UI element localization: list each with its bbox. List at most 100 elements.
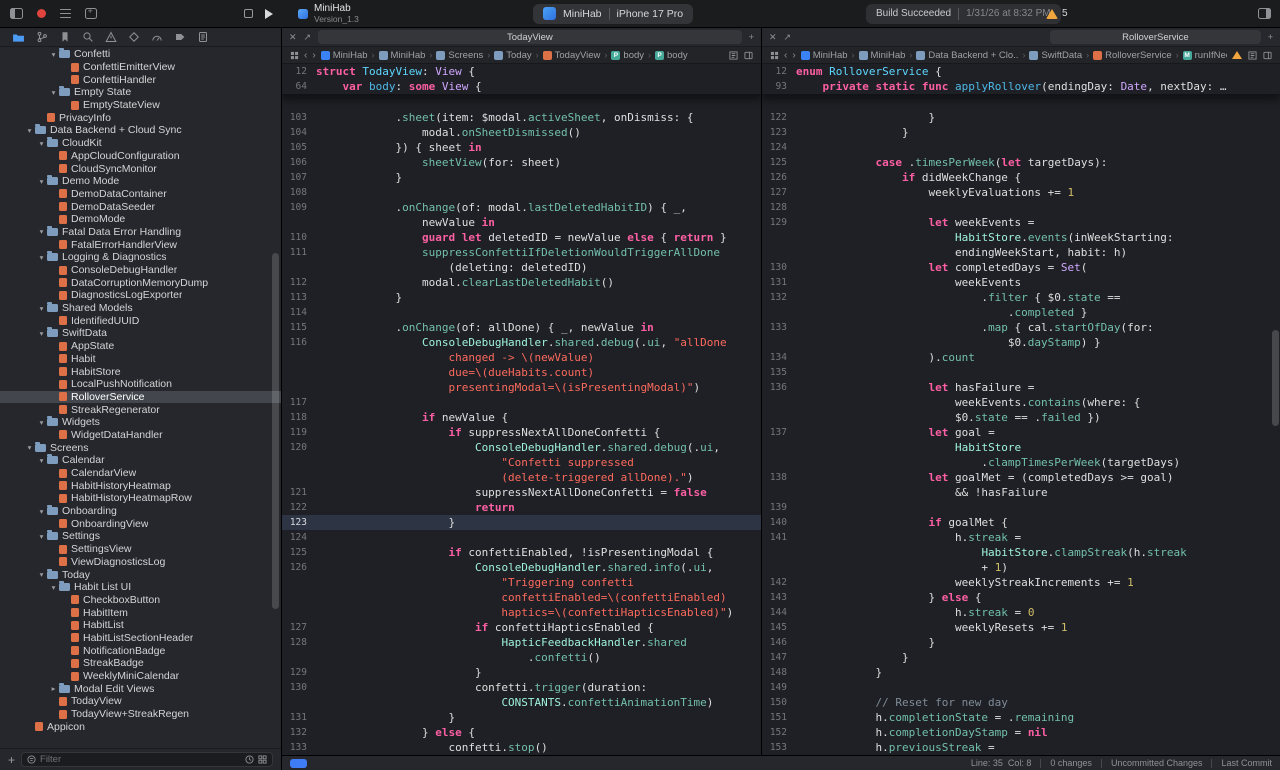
build-status[interactable]: Build Succeeded 1/31/26 at 8:32 PM [866,4,1061,24]
breadcrumb-item[interactable]: MiniHab [321,50,368,61]
line-number[interactable]: 132 [762,290,796,305]
tree-item-swiftdata[interactable]: ▾SwiftData [0,327,281,340]
line-number[interactable]: 127 [282,620,316,635]
line-number[interactable] [282,650,316,665]
line-number[interactable]: 133 [282,740,316,755]
tree-item-emptystateview[interactable]: EmptyStateView [0,99,281,112]
line-number[interactable]: 151 [762,710,796,725]
line-number[interactable]: 135 [762,365,796,380]
line-number[interactable]: 93 [762,79,796,94]
line-number[interactable]: 112 [282,275,316,290]
tree-item-fatalerrorhandlerview[interactable]: FatalErrorHandlerView [0,238,281,251]
disclosure-triangle-icon[interactable]: ▾ [48,50,59,59]
source-control-filter-icon[interactable] [258,755,267,764]
line-number[interactable]: 126 [762,170,796,185]
line-number[interactable]: 138 [762,470,796,485]
breadcrumb-item[interactable]: Pbody [655,50,688,61]
disclosure-triangle-icon[interactable]: ▾ [36,570,47,579]
disclosure-triangle-icon[interactable]: ▾ [36,227,47,236]
forward-chevron-icon[interactable]: › [792,50,795,61]
add-file-button[interactable]: + [8,754,15,766]
line-number[interactable] [762,245,796,260]
navigator-toggle-icon[interactable] [10,8,23,19]
line-number[interactable]: 128 [762,200,796,215]
tree-item-habititem[interactable]: HabitItem [0,606,281,619]
line-number[interactable]: 108 [282,185,316,200]
tree-item-habitlistsectionheader[interactable]: HabitListSectionHeader [0,632,281,645]
line-number[interactable] [282,215,316,230]
file-tree[interactable]: ▾ConfettiConfettiEmitterViewConfettiHand… [0,47,281,748]
line-number[interactable] [282,350,316,365]
tree-item-rolloverservice[interactable]: RolloverService [0,391,281,404]
tree-item-habithistoryheatmap[interactable]: HabitHistoryHeatmap [0,479,281,492]
line-number[interactable]: 115 [282,320,316,335]
project-navigator-icon[interactable] [12,31,25,44]
tree-item-todayview-streakregen[interactable]: TodayView+StreakRegen [0,708,281,721]
add-editor-icon[interactable] [1263,51,1272,60]
bookmarks-navigator-icon[interactable] [58,31,71,44]
changes-count[interactable]: 0 changes [1050,758,1092,768]
focus-editor-icon[interactable]: ↗ [784,32,792,43]
line-number[interactable] [282,365,316,380]
close-split-icon[interactable]: ✕ [289,32,297,43]
tree-item-checkboxbutton[interactable]: CheckboxButton [0,594,281,607]
tree-item-logging-diagnostics[interactable]: ▾Logging & Diagnostics [0,251,281,264]
line-number[interactable] [282,470,316,485]
line-number[interactable]: 125 [762,155,796,170]
tree-item-fatal-data-error-handling[interactable]: ▾Fatal Data Error Handling [0,226,281,239]
line-number[interactable]: 113 [282,290,316,305]
line-number[interactable] [282,695,316,710]
line-number[interactable]: 139 [762,500,796,515]
code-editor[interactable]: 12struct TodayView: View {64 var body: s… [282,64,761,755]
line-number[interactable]: 106 [282,155,316,170]
line-number[interactable] [282,575,316,590]
minimap-icon[interactable] [1248,51,1257,60]
add-tab-icon[interactable]: + [1268,32,1273,42]
stop-button[interactable] [244,9,253,18]
line-number[interactable] [762,560,796,575]
record-dot-icon[interactable] [37,9,46,18]
line-number[interactable] [282,455,316,470]
tree-item-weeklyminicalendar[interactable]: WeeklyMiniCalendar [0,670,281,683]
back-chevron-icon[interactable]: ‹ [784,50,787,61]
disclosure-triangle-icon[interactable]: ▾ [36,329,47,338]
disclosure-triangle-icon[interactable]: ▾ [36,177,47,186]
line-number[interactable]: 150 [762,695,796,710]
menu-icon[interactable] [60,9,71,18]
tree-item-confettihandler[interactable]: ConfettiHandler [0,73,281,86]
tree-item-streakregenerator[interactable]: StreakRegenerator [0,403,281,416]
line-number[interactable] [762,95,796,110]
line-number[interactable] [762,230,796,245]
tab-todayview[interactable]: TodayView [318,30,742,44]
breadcrumb-item[interactable]: Pbody [611,50,644,61]
line-number[interactable]: 116 [282,335,316,350]
sidebar-scrollbar[interactable] [272,253,279,609]
tree-item-calendarview[interactable]: CalendarView [0,467,281,480]
line-number[interactable] [762,335,796,350]
tree-item-habithistoryheatmaprow[interactable]: HabitHistoryHeatmapRow [0,492,281,505]
file-warning-icon[interactable] [1232,51,1242,59]
last-commit-button[interactable]: Last Commit [1221,758,1272,768]
tree-item-appstate[interactable]: AppState [0,340,281,353]
line-number[interactable]: 127 [762,185,796,200]
breakpoints-navigator-icon[interactable] [173,31,186,44]
line-number[interactable]: 110 [282,230,316,245]
tree-item-viewdiagnosticslog[interactable]: ViewDiagnosticsLog [0,556,281,569]
line-number[interactable]: 131 [282,710,316,725]
line-number[interactable]: 143 [762,590,796,605]
run-button[interactable] [265,9,273,19]
line-number[interactable]: 133 [762,320,796,335]
line-number[interactable]: 109 [282,200,316,215]
debug-navigator-icon[interactable] [150,31,163,44]
line-number[interactable]: 123 [282,515,316,530]
disclosure-triangle-icon[interactable]: ▾ [36,532,47,541]
reports-navigator-icon[interactable] [196,31,209,44]
scheme-destination[interactable]: iPhone 17 Pro [617,8,684,20]
related-items-icon[interactable] [290,51,299,60]
line-number[interactable]: 12 [282,64,316,79]
disclosure-triangle-icon[interactable]: ▾ [24,126,35,135]
breadcrumb-item[interactable]: MiniHab [379,50,426,61]
tree-item-demomode[interactable]: DemoMode [0,213,281,226]
tree-item-todayview[interactable]: TodayView [0,695,281,708]
line-number[interactable]: 131 [762,275,796,290]
